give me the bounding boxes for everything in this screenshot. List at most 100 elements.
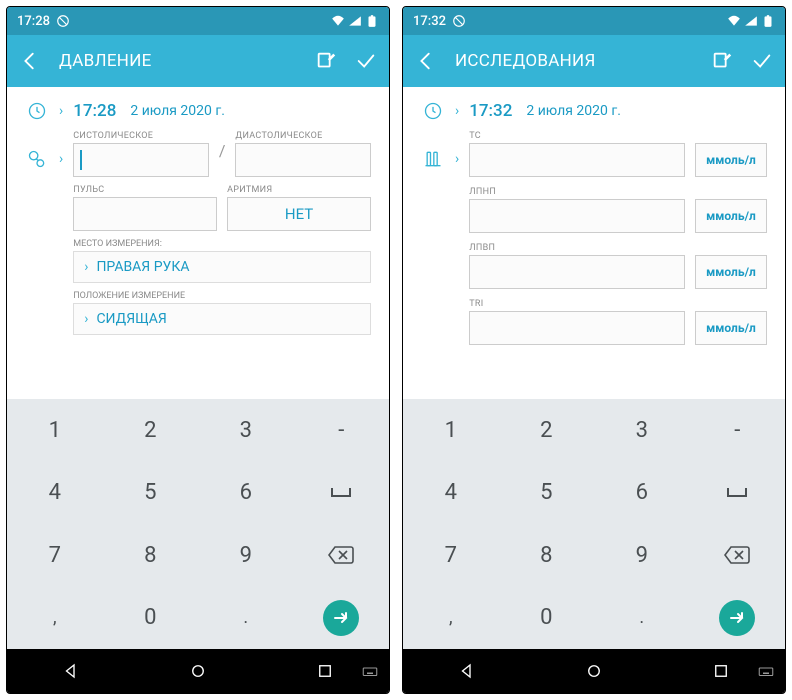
status-time: 17:28 — [17, 14, 50, 29]
key-period[interactable]: . — [198, 587, 294, 650]
edit-icon[interactable] — [315, 50, 337, 72]
clock-icon — [421, 101, 445, 121]
tri-label: TRI — [469, 299, 685, 309]
no-disturb-icon — [452, 14, 466, 28]
ldl-unit-button[interactable]: ммоль/л — [695, 199, 767, 233]
time-value: 17:32 — [469, 101, 512, 121]
nav-home-icon[interactable] — [189, 662, 207, 680]
pulse-input[interactable] — [73, 197, 217, 231]
pulse-label: ПУЛЬС — [73, 185, 217, 195]
battery-icon — [365, 14, 379, 28]
date-value: 2 июля 2020 г. — [526, 103, 621, 119]
nav-keyboard-icon[interactable] — [757, 662, 775, 680]
key-dash[interactable]: - — [690, 399, 786, 462]
key-comma[interactable]: , — [7, 587, 103, 650]
numeric-keyboard: 1 2 3 - 4 5 6 7 8 9 , 0 . — [7, 399, 389, 649]
key-7[interactable]: 7 — [403, 524, 499, 587]
position-select[interactable]: ›СИДЯЩАЯ — [73, 303, 371, 335]
lab-icon — [421, 149, 445, 169]
phone-right: 17:32 ИССЛЕДОВАНИЯ › 17:32 2 июля 2020 г… — [402, 6, 786, 694]
status-bar: 17:28 — [7, 7, 389, 35]
chevron-right-icon: › — [455, 103, 459, 119]
screen-title: ИССЛЕДОВАНИЯ — [455, 51, 693, 71]
key-0[interactable]: 0 — [499, 587, 595, 650]
content-area: › 17:28 2 июля 2020 г. › СИСТОЛИЧЕСКОЕ /… — [7, 87, 389, 399]
key-5[interactable]: 5 — [499, 462, 595, 525]
back-icon[interactable] — [19, 50, 41, 72]
android-navbar — [403, 649, 785, 693]
chevron-right-icon: › — [59, 151, 63, 167]
key-6[interactable]: 6 — [594, 462, 690, 525]
nav-keyboard-icon[interactable] — [361, 662, 379, 680]
key-backspace[interactable] — [294, 524, 390, 587]
key-space[interactable] — [690, 462, 786, 525]
key-4[interactable]: 4 — [403, 462, 499, 525]
tc-input[interactable] — [469, 143, 685, 177]
nav-back-icon[interactable] — [458, 662, 476, 680]
content-area: › 17:32 2 июля 2020 г. › TC ммоль/л ЛПНП… — [403, 87, 785, 399]
systolic-label: СИСТОЛИЧЕСКОЕ — [73, 131, 209, 141]
battery-icon — [761, 14, 775, 28]
datetime-row[interactable]: › 17:32 2 июля 2020 г. — [421, 101, 767, 121]
back-icon[interactable] — [415, 50, 437, 72]
key-8[interactable]: 8 — [499, 524, 595, 587]
time-value: 17:28 — [73, 101, 116, 121]
key-3[interactable]: 3 — [594, 399, 690, 462]
arrhythmia-label: АРИТМИЯ — [227, 185, 371, 195]
key-dash[interactable]: - — [294, 399, 390, 462]
key-comma[interactable]: , — [403, 587, 499, 650]
key-4[interactable]: 4 — [7, 462, 103, 525]
key-space[interactable] — [294, 462, 390, 525]
nav-recent-icon[interactable] — [316, 662, 334, 680]
status-bar: 17:32 — [403, 7, 785, 35]
clock-icon — [25, 101, 49, 121]
key-0[interactable]: 0 — [103, 587, 199, 650]
key-period[interactable]: . — [594, 587, 690, 650]
app-bar: ИССЛЕДОВАНИЯ — [403, 35, 785, 87]
key-7[interactable]: 7 — [7, 524, 103, 587]
nav-back-icon[interactable] — [62, 662, 80, 680]
datetime-row[interactable]: › 17:28 2 июля 2020 г. — [25, 101, 371, 121]
key-9[interactable]: 9 — [198, 524, 294, 587]
separator-slash: / — [219, 141, 226, 160]
key-6[interactable]: 6 — [198, 462, 294, 525]
key-3[interactable]: 3 — [198, 399, 294, 462]
ldl-input[interactable] — [469, 199, 685, 233]
confirm-icon[interactable] — [355, 50, 377, 72]
wifi-icon — [727, 14, 741, 28]
systolic-input[interactable] — [73, 143, 209, 177]
chevron-right-icon: › — [59, 103, 63, 119]
key-9[interactable]: 9 — [594, 524, 690, 587]
nav-home-icon[interactable] — [585, 662, 603, 680]
screen-title: ДАВЛЕНИЕ — [59, 51, 297, 71]
key-1[interactable]: 1 — [403, 399, 499, 462]
tri-unit-button[interactable]: ммоль/л — [695, 311, 767, 345]
app-bar: ДАВЛЕНИЕ — [7, 35, 389, 87]
nav-recent-icon[interactable] — [712, 662, 730, 680]
edit-icon[interactable] — [711, 50, 733, 72]
phone-left: 17:28 ДАВЛЕНИЕ › 17:28 2 июля 2020 г. › — [6, 6, 390, 694]
position-label: ПОЛОЖЕНИЕ ИЗМЕРЕНИЕ — [73, 291, 371, 301]
signal-icon — [744, 14, 758, 28]
key-2[interactable]: 2 — [103, 399, 199, 462]
status-time: 17:32 — [413, 14, 446, 29]
key-5[interactable]: 5 — [103, 462, 199, 525]
key-backspace[interactable] — [690, 524, 786, 587]
key-enter[interactable] — [690, 587, 786, 650]
diastolic-input[interactable] — [235, 143, 371, 177]
confirm-icon[interactable] — [751, 50, 773, 72]
key-8[interactable]: 8 — [103, 524, 199, 587]
place-select[interactable]: ›ПРАВАЯ РУКА — [73, 251, 371, 283]
tc-unit-button[interactable]: ммоль/л — [695, 143, 767, 177]
ldl-label: ЛПНП — [469, 187, 685, 197]
hdl-input[interactable] — [469, 255, 685, 289]
key-2[interactable]: 2 — [499, 399, 595, 462]
pressure-icon — [25, 149, 49, 169]
hdl-unit-button[interactable]: ммоль/л — [695, 255, 767, 289]
wifi-icon — [331, 14, 345, 28]
arrhythmia-toggle[interactable]: НЕТ — [227, 197, 371, 231]
tri-input[interactable] — [469, 311, 685, 345]
hdl-label: ЛПВП — [469, 243, 685, 253]
key-1[interactable]: 1 — [7, 399, 103, 462]
key-enter[interactable] — [294, 587, 390, 650]
